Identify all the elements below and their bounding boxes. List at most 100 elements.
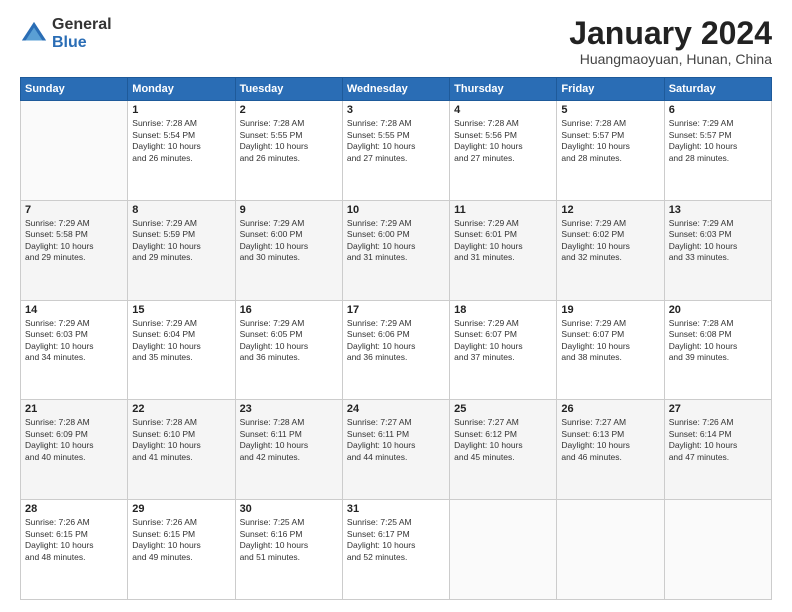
calendar-title: January 2024 bbox=[569, 16, 772, 51]
title-block: January 2024 Huangmaoyuan, Hunan, China bbox=[569, 16, 772, 67]
day-info: Sunrise: 7:29 AM Sunset: 6:07 PM Dayligh… bbox=[561, 318, 659, 364]
day-info: Sunrise: 7:25 AM Sunset: 6:16 PM Dayligh… bbox=[240, 517, 338, 563]
day-number: 8 bbox=[132, 204, 230, 216]
day-number: 20 bbox=[669, 304, 767, 316]
day-number: 3 bbox=[347, 104, 445, 116]
day-info: Sunrise: 7:25 AM Sunset: 6:17 PM Dayligh… bbox=[347, 517, 445, 563]
day-info: Sunrise: 7:28 AM Sunset: 5:54 PM Dayligh… bbox=[132, 118, 230, 164]
table-row: 23 Sunrise: 7:28 AM Sunset: 6:11 PM Dayli… bbox=[235, 400, 342, 500]
day-info: Sunrise: 7:29 AM Sunset: 6:00 PM Dayligh… bbox=[347, 218, 445, 264]
header-monday: Monday bbox=[128, 78, 235, 101]
day-number: 26 bbox=[561, 403, 659, 415]
day-number: 17 bbox=[347, 304, 445, 316]
day-info: Sunrise: 7:28 AM Sunset: 5:57 PM Dayligh… bbox=[561, 118, 659, 164]
day-info: Sunrise: 7:27 AM Sunset: 6:13 PM Dayligh… bbox=[561, 417, 659, 463]
table-row: 17 Sunrise: 7:29 AM Sunset: 6:06 PM Dayli… bbox=[342, 300, 449, 400]
day-number: 24 bbox=[347, 403, 445, 415]
header-friday: Friday bbox=[557, 78, 664, 101]
day-number: 23 bbox=[240, 403, 338, 415]
logo-icon bbox=[20, 20, 48, 48]
day-number: 12 bbox=[561, 204, 659, 216]
day-info: Sunrise: 7:29 AM Sunset: 6:01 PM Dayligh… bbox=[454, 218, 552, 264]
logo-blue: Blue bbox=[52, 34, 112, 52]
day-info: Sunrise: 7:28 AM Sunset: 6:10 PM Dayligh… bbox=[132, 417, 230, 463]
day-info: Sunrise: 7:26 AM Sunset: 6:15 PM Dayligh… bbox=[132, 517, 230, 563]
day-number: 16 bbox=[240, 304, 338, 316]
day-info: Sunrise: 7:28 AM Sunset: 5:55 PM Dayligh… bbox=[347, 118, 445, 164]
day-info: Sunrise: 7:29 AM Sunset: 6:04 PM Dayligh… bbox=[132, 318, 230, 364]
day-info: Sunrise: 7:26 AM Sunset: 6:14 PM Dayligh… bbox=[669, 417, 767, 463]
table-row bbox=[557, 500, 664, 600]
day-info: Sunrise: 7:27 AM Sunset: 6:11 PM Dayligh… bbox=[347, 417, 445, 463]
day-number: 19 bbox=[561, 304, 659, 316]
table-row: 30 Sunrise: 7:25 AM Sunset: 6:16 PM Dayli… bbox=[235, 500, 342, 600]
day-number: 18 bbox=[454, 304, 552, 316]
day-info: Sunrise: 7:29 AM Sunset: 6:07 PM Dayligh… bbox=[454, 318, 552, 364]
logo-general: General bbox=[52, 16, 112, 34]
table-row: 3 Sunrise: 7:28 AM Sunset: 5:55 PM Daylig… bbox=[342, 101, 449, 201]
day-number: 21 bbox=[25, 403, 123, 415]
table-row: 28Sunrise: 7:26 AM Sunset: 6:15 PM Dayli… bbox=[21, 500, 128, 600]
day-info: Sunrise: 7:28 AM Sunset: 6:11 PM Dayligh… bbox=[240, 417, 338, 463]
day-number: 28 bbox=[25, 503, 123, 515]
calendar-subtitle: Huangmaoyuan, Hunan, China bbox=[569, 51, 772, 67]
table-row: 1 Sunrise: 7:28 AM Sunset: 5:54 PM Daylig… bbox=[128, 101, 235, 201]
table-row: 31 Sunrise: 7:25 AM Sunset: 6:17 PM Dayli… bbox=[342, 500, 449, 600]
page: General Blue January 2024 Huangmaoyuan, … bbox=[0, 0, 792, 612]
table-row bbox=[21, 101, 128, 201]
day-info: Sunrise: 7:29 AM Sunset: 6:00 PM Dayligh… bbox=[240, 218, 338, 264]
day-number: 7 bbox=[25, 204, 123, 216]
table-row: 18 Sunrise: 7:29 AM Sunset: 6:07 PM Dayli… bbox=[450, 300, 557, 400]
day-info: Sunrise: 7:28 AM Sunset: 6:08 PM Dayligh… bbox=[669, 318, 767, 364]
day-number: 2 bbox=[240, 104, 338, 116]
day-number: 13 bbox=[669, 204, 767, 216]
day-number: 9 bbox=[240, 204, 338, 216]
table-row: 15 Sunrise: 7:29 AM Sunset: 6:04 PM Dayli… bbox=[128, 300, 235, 400]
day-number: 27 bbox=[669, 403, 767, 415]
table-row bbox=[450, 500, 557, 600]
day-number: 10 bbox=[347, 204, 445, 216]
day-number: 31 bbox=[347, 503, 445, 515]
table-row: 9 Sunrise: 7:29 AM Sunset: 6:00 PM Daylig… bbox=[235, 200, 342, 300]
day-info: Sunrise: 7:29 AM Sunset: 5:59 PM Dayligh… bbox=[132, 218, 230, 264]
table-row: 8 Sunrise: 7:29 AM Sunset: 5:59 PM Daylig… bbox=[128, 200, 235, 300]
day-number: 1 bbox=[132, 104, 230, 116]
table-row: 21 Sunrise: 7:28 AM Sunset: 6:09 PM Dayli… bbox=[21, 400, 128, 500]
day-number: 4 bbox=[454, 104, 552, 116]
table-row: 26 Sunrise: 7:27 AM Sunset: 6:13 PM Dayli… bbox=[557, 400, 664, 500]
day-number: 11 bbox=[454, 204, 552, 216]
day-info: Sunrise: 7:28 AM Sunset: 6:09 PM Dayligh… bbox=[25, 417, 123, 463]
header-wednesday: Wednesday bbox=[342, 78, 449, 101]
header-sunday: Sunday bbox=[21, 78, 128, 101]
day-info: Sunrise: 7:29 AM Sunset: 6:03 PM Dayligh… bbox=[669, 218, 767, 264]
day-info: Sunrise: 7:29 AM Sunset: 6:06 PM Dayligh… bbox=[347, 318, 445, 364]
table-row: 2 Sunrise: 7:28 AM Sunset: 5:55 PM Daylig… bbox=[235, 101, 342, 201]
day-number: 6 bbox=[669, 104, 767, 116]
day-number: 14 bbox=[25, 304, 123, 316]
table-row: 5Sunrise: 7:28 AM Sunset: 5:57 PM Daylig… bbox=[557, 101, 664, 201]
table-row: 14Sunrise: 7:29 AM Sunset: 6:03 PM Dayli… bbox=[21, 300, 128, 400]
day-info: Sunrise: 7:29 AM Sunset: 5:57 PM Dayligh… bbox=[669, 118, 767, 164]
day-info: Sunrise: 7:29 AM Sunset: 6:02 PM Dayligh… bbox=[561, 218, 659, 264]
header-row: Sunday Monday Tuesday Wednesday Thursday… bbox=[21, 78, 772, 101]
day-number: 30 bbox=[240, 503, 338, 515]
day-info: Sunrise: 7:27 AM Sunset: 6:12 PM Dayligh… bbox=[454, 417, 552, 463]
table-row: 11 Sunrise: 7:29 AM Sunset: 6:01 PM Dayli… bbox=[450, 200, 557, 300]
table-row: 13 Sunrise: 7:29 AM Sunset: 6:03 PM Dayli… bbox=[664, 200, 771, 300]
header-thursday: Thursday bbox=[450, 78, 557, 101]
table-row: 22Sunrise: 7:28 AM Sunset: 6:10 PM Dayli… bbox=[128, 400, 235, 500]
table-row: 4Sunrise: 7:28 AM Sunset: 5:56 PM Daylig… bbox=[450, 101, 557, 201]
table-row: 6 Sunrise: 7:29 AM Sunset: 5:57 PM Daylig… bbox=[664, 101, 771, 201]
day-number: 15 bbox=[132, 304, 230, 316]
table-row: 29 Sunrise: 7:26 AM Sunset: 6:15 PM Dayli… bbox=[128, 500, 235, 600]
table-row: 24 Sunrise: 7:27 AM Sunset: 6:11 PM Dayli… bbox=[342, 400, 449, 500]
logo-text: General Blue bbox=[52, 16, 112, 51]
header: General Blue January 2024 Huangmaoyuan, … bbox=[20, 16, 772, 67]
table-row: 27 Sunrise: 7:26 AM Sunset: 6:14 PM Dayli… bbox=[664, 400, 771, 500]
day-info: Sunrise: 7:29 AM Sunset: 6:05 PM Dayligh… bbox=[240, 318, 338, 364]
calendar-table: Sunday Monday Tuesday Wednesday Thursday… bbox=[20, 77, 772, 600]
table-row bbox=[664, 500, 771, 600]
header-saturday: Saturday bbox=[664, 78, 771, 101]
day-info: Sunrise: 7:28 AM Sunset: 5:55 PM Dayligh… bbox=[240, 118, 338, 164]
day-number: 29 bbox=[132, 503, 230, 515]
